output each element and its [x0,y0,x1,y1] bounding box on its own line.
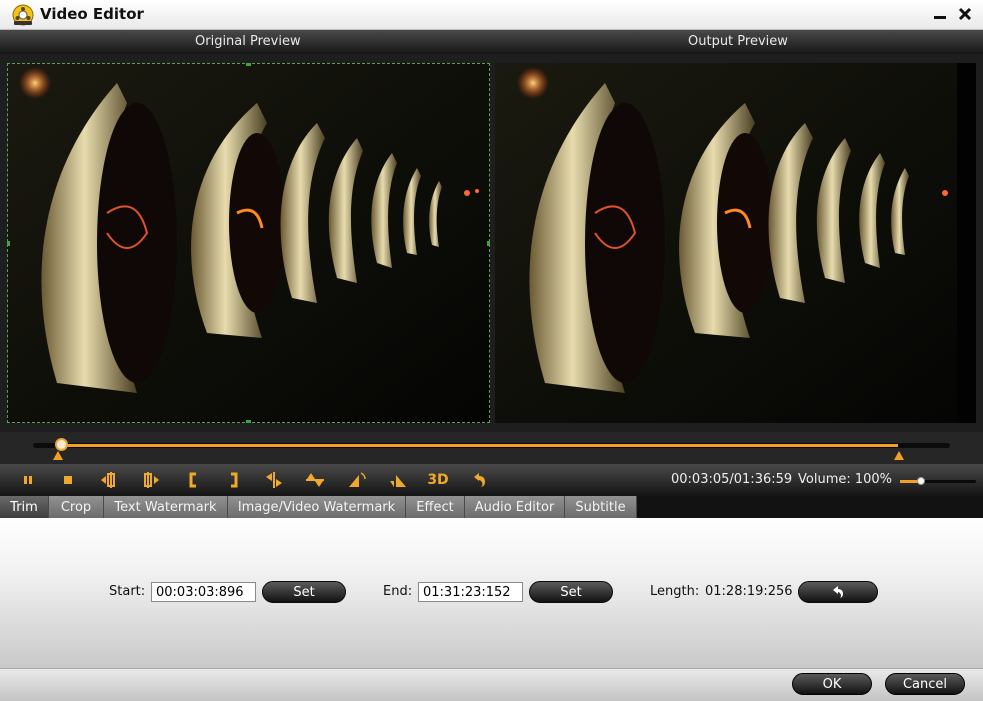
trim-range [58,444,898,447]
flip-vertical-icon [306,473,324,487]
rotate-left-button[interactable] [345,469,369,491]
close-button[interactable] [955,4,975,24]
flip-vertical-button[interactable] [303,469,327,491]
preview-area [0,54,983,432]
rotate-right-icon [390,475,406,487]
step-forward-icon [144,472,159,488]
start-set-button[interactable]: Set [262,581,346,603]
3d-icon: 3D [427,472,449,488]
trim-start-marker[interactable] [53,451,63,460]
end-time-input[interactable] [418,582,523,602]
rotate-left-icon [349,472,366,487]
length-value: 01:28:19:256 [705,584,793,599]
end-label: End: [383,584,413,599]
tab-crop[interactable]: Crop [49,496,104,518]
playback-toolbar: 3D 00:03:05/01:36:59 Volume: 100% [0,464,983,496]
flip-horizontal-button[interactable] [262,469,286,491]
trim-end-marker[interactable] [894,451,904,460]
step-back-icon [101,472,115,488]
tab-audio-editor[interactable]: Audio Editor [465,496,565,518]
flip-horizontal-icon [266,472,282,488]
tab-effect[interactable]: Effect [406,496,465,518]
reset-trim-button[interactable] [798,581,878,603]
next-frame-button[interactable] [139,469,163,491]
undo-icon [474,473,485,487]
set-start-button[interactable] [181,469,205,491]
end-set-button[interactable]: Set [529,581,613,603]
minimize-icon [934,16,946,19]
volume-knob[interactable] [917,477,925,485]
output-preview-label: Output Preview [688,34,788,49]
crop-handle-right[interactable] [487,241,490,246]
tab-text-watermark[interactable]: Text Watermark [104,496,228,518]
crop-handle-top[interactable] [246,63,251,66]
bracket-left-icon [189,472,196,488]
bracket-right-icon [231,472,238,488]
trim-panel: Start: Set End: Set Length: 01:28:19:256 [0,518,983,668]
length-label: Length: [650,584,700,599]
close-icon [958,7,972,21]
tab-subtitle[interactable]: Subtitle [565,496,637,518]
reset-icon [833,586,843,598]
pause-button[interactable] [16,469,40,491]
3d-button[interactable]: 3D [424,469,452,491]
output-video-frame [495,63,976,423]
preview-header: Original Preview Output Preview [0,30,983,54]
minimize-button[interactable] [930,4,950,24]
pause-icon [24,476,32,484]
stop-icon [64,476,72,484]
previous-frame-button[interactable] [97,469,121,491]
ok-button[interactable]: OK [792,673,872,695]
undo-button[interactable] [467,469,491,491]
timeline [0,432,983,464]
original-preview[interactable] [7,63,490,423]
editor-tabs: Trim Crop Text Watermark Image/Video Wat… [0,496,983,518]
crop-handle-left[interactable] [7,241,10,246]
volume-label: Volume: 100% [798,472,893,487]
tab-trim[interactable]: Trim [0,496,49,518]
original-video-frame [7,63,490,423]
original-preview-label: Original Preview [195,34,301,49]
start-time-input[interactable] [151,582,256,602]
cancel-button[interactable]: Cancel [885,673,965,695]
set-end-button[interactable] [222,469,246,491]
title-bar: Video Editor [0,0,983,30]
dialog-footer: OK Cancel [0,668,983,701]
time-readout: 00:03:05/01:36:59 [671,472,793,487]
stop-button[interactable] [56,469,80,491]
tab-bar-filler [637,496,983,518]
tab-image-video-watermark[interactable]: Image/Video Watermark [228,496,406,518]
film-reel-icon [12,4,34,26]
playhead-knob[interactable] [55,438,68,451]
output-preview [495,63,976,423]
crop-handle-bottom[interactable] [246,420,251,423]
window-title: Video Editor [40,5,144,23]
rotate-right-button[interactable] [386,469,410,491]
start-label: Start: [109,584,146,599]
